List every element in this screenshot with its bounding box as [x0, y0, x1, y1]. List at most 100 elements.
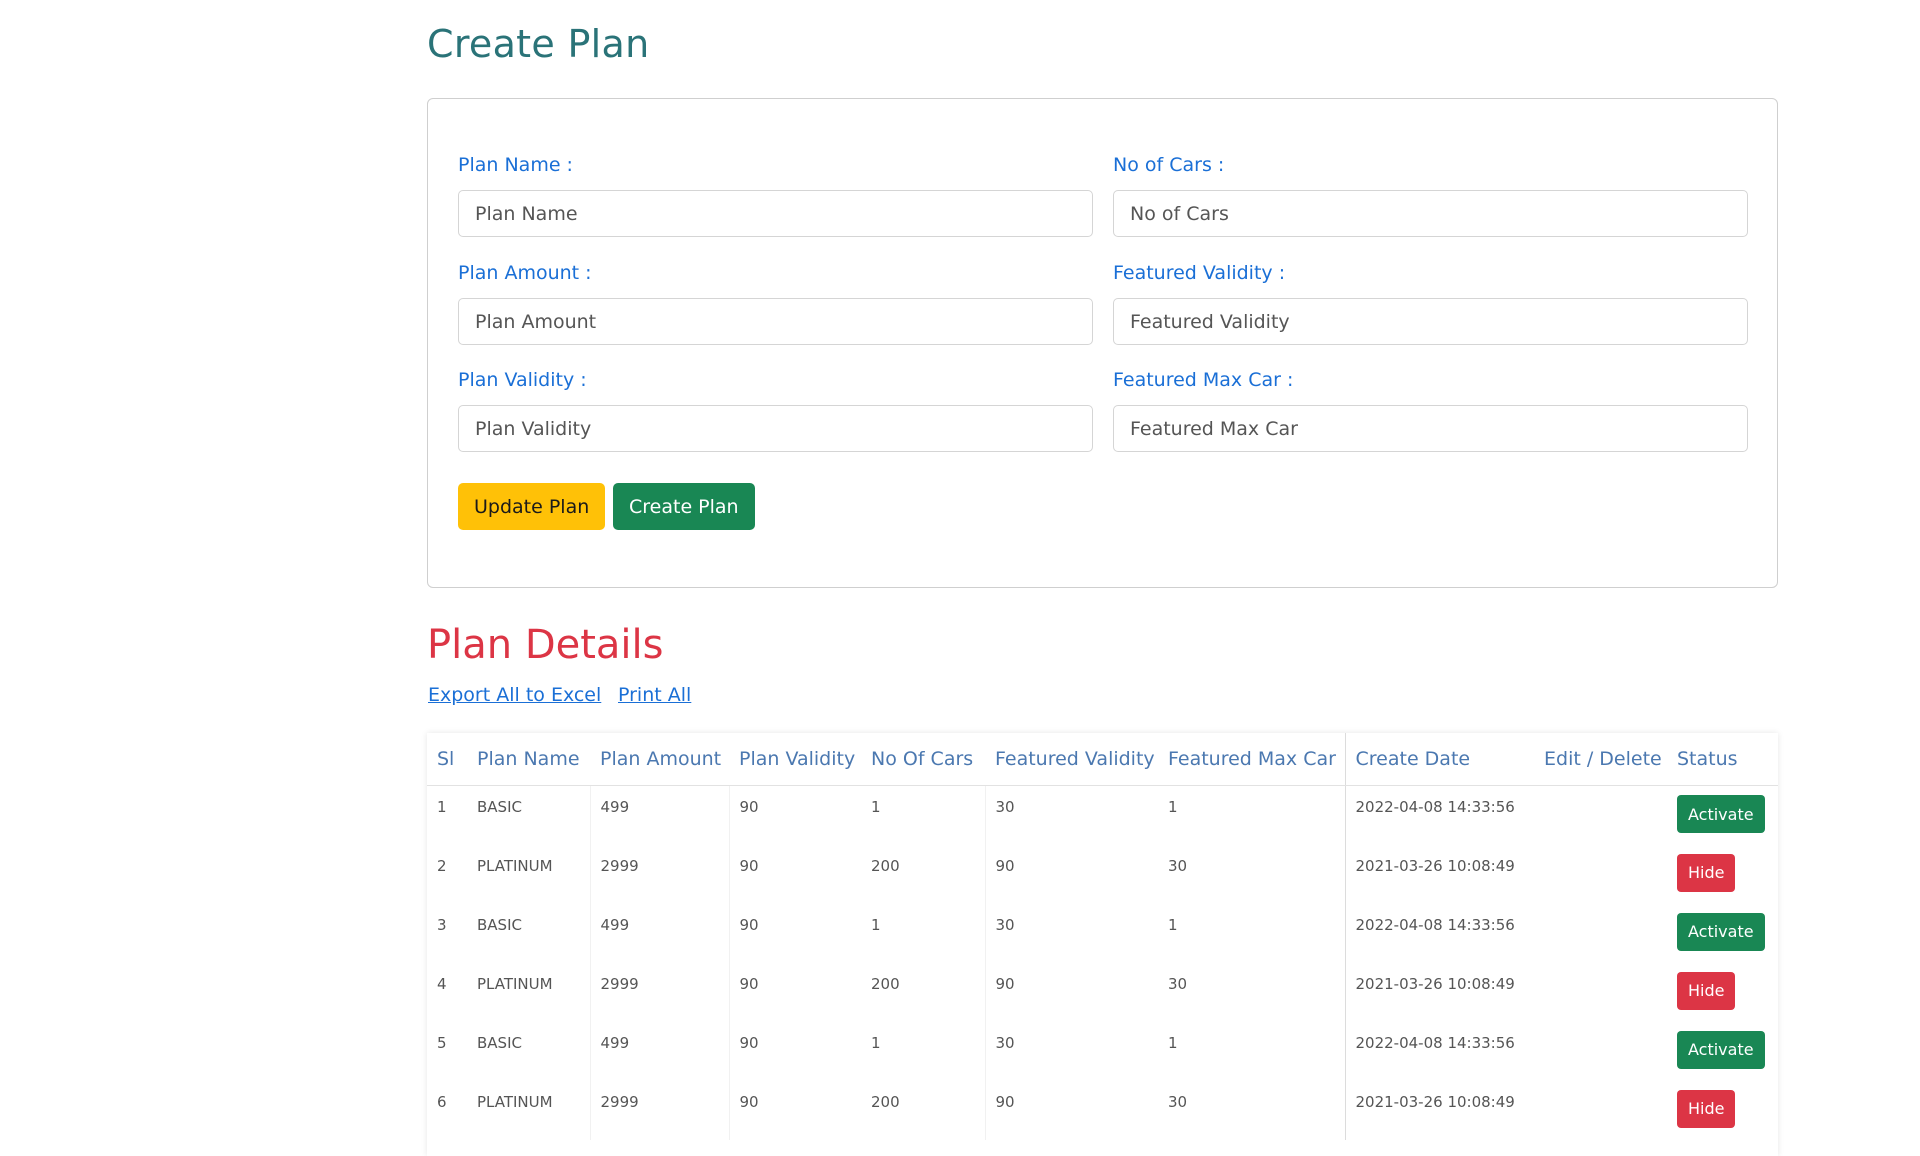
cell-create-date: 2022-04-08 14:33:56: [1355, 1033, 1515, 1052]
cell-plan-amount: 2999: [590, 1080, 730, 1140]
cell-featured-validity: 30: [995, 798, 1015, 816]
cell-edit-delete: [1534, 1022, 1667, 1081]
cell-edit-delete: [1534, 963, 1667, 1022]
cell-no-of-cars: 200: [861, 962, 986, 1022]
plan-amount-input[interactable]: [458, 298, 1093, 345]
hide-button[interactable]: Hide: [1677, 853, 1736, 892]
cell-status: Activate: [1667, 904, 1778, 963]
cell-plan-validity: 90: [739, 1092, 759, 1111]
cell-plan-name: BASIC: [467, 785, 591, 845]
export-excel-link[interactable]: Export All to Excel: [428, 684, 601, 706]
cell-create-date: 2022-04-08 14:33:56: [1355, 915, 1515, 934]
cell-create-date: 2021-03-26 10:08:49: [1355, 1092, 1515, 1111]
cell-featured-max-car: 30: [1158, 844, 1346, 904]
cell-plan-name: BASIC: [467, 1021, 591, 1081]
plan-validity-input[interactable]: [458, 405, 1093, 452]
plan-details-title: Plan Details: [427, 622, 664, 668]
plan-details-table: Sl Plan Name Plan Amount Plan Validity N…: [427, 733, 1778, 1140]
cell-plan-validity: 90: [739, 856, 759, 875]
cell-plan-name: BASIC: [467, 903, 591, 963]
column-header-featured-validity: Featured Validity: [985, 733, 1158, 786]
cell-plan-validity: 90: [739, 915, 759, 934]
create-plan-button[interactable]: Create Plan: [613, 483, 755, 530]
cell-featured-max-car: 30: [1158, 1080, 1346, 1140]
table-header-row: Sl Plan Name Plan Amount Plan Validity N…: [427, 733, 1778, 786]
cell-plan-validity: 90: [739, 798, 759, 816]
cell-sl: 4: [437, 974, 447, 993]
table-row: 2 PLATINUM 2999 90 200 90 30 2021-03-26 …: [427, 844, 1778, 904]
cell-no-of-cars: 200: [861, 1080, 986, 1140]
activate-button[interactable]: Activate: [1677, 912, 1765, 951]
cell-status: Hide: [1667, 963, 1778, 1022]
update-plan-button[interactable]: Update Plan: [458, 483, 606, 530]
table-row: 5 BASIC 499 90 1 30 1 2022-04-08 14:33:5…: [427, 1021, 1778, 1081]
column-header-plan-name: Plan Name: [467, 733, 590, 786]
column-header-status: Status: [1667, 733, 1778, 786]
cell-sl: 2: [437, 856, 447, 875]
cell-plan-validity: 90: [739, 974, 759, 993]
cell-featured-validity: 90: [995, 974, 1015, 993]
print-all-link[interactable]: Print All: [618, 684, 691, 706]
cell-featured-validity: 30: [995, 1033, 1015, 1052]
plan-name-label: Plan Name :: [458, 154, 573, 176]
cell-plan-amount: 499: [590, 903, 730, 963]
cell-sl: 3: [437, 915, 447, 934]
cell-plan-amount: 2999: [590, 844, 730, 904]
hide-button[interactable]: Hide: [1677, 971, 1736, 1010]
table-row: 6 PLATINUM 2999 90 200 90 30 2021-03-26 …: [427, 1080, 1778, 1140]
cell-status: Activate: [1667, 1022, 1778, 1081]
cell-edit-delete: [1534, 904, 1667, 963]
column-header-edit-delete: Edit / Delete: [1534, 733, 1667, 786]
cell-no-of-cars: 1: [861, 785, 986, 845]
cell-featured-max-car: 1: [1158, 1021, 1346, 1081]
table-row: 4 PLATINUM 2999 90 200 90 30 2021-03-26 …: [427, 962, 1778, 1022]
featured-max-car-input[interactable]: [1113, 405, 1748, 452]
cell-edit-delete: [1534, 786, 1667, 845]
cell-plan-validity: 90: [739, 1033, 759, 1052]
table-row: 3 BASIC 499 90 1 30 1 2022-04-08 14:33:5…: [427, 903, 1778, 963]
cell-status: Hide: [1667, 1081, 1778, 1140]
column-header-no-of-cars: No Of Cars: [861, 733, 985, 786]
activate-button[interactable]: Activate: [1677, 795, 1765, 833]
cell-plan-name: PLATINUM: [467, 844, 591, 904]
no-of-cars-label: No of Cars :: [1113, 154, 1225, 176]
cell-plan-amount: 2999: [590, 962, 730, 1022]
table-row: 1 BASIC 499 90 1 30 1 2022-04-08 14:33:5…: [427, 785, 1778, 845]
cell-no-of-cars: 1: [861, 903, 986, 963]
cell-status: Hide: [1667, 845, 1778, 904]
plan-validity-label: Plan Validity :: [458, 369, 587, 391]
cell-sl: 5: [437, 1033, 447, 1052]
no-of-cars-input[interactable]: [1113, 190, 1748, 237]
cell-create-date: 2022-04-08 14:33:56: [1355, 798, 1515, 816]
hide-button[interactable]: Hide: [1677, 1089, 1736, 1128]
plan-amount-label: Plan Amount :: [458, 262, 592, 284]
create-plan-form: Plan Name : Plan Amount : Plan Validity …: [427, 98, 1778, 588]
featured-max-car-label: Featured Max Car :: [1113, 369, 1294, 391]
cell-sl: 6: [437, 1092, 447, 1111]
cell-featured-validity: 90: [995, 1092, 1015, 1111]
column-header-featured-max-car: Featured Max Car: [1158, 733, 1346, 786]
cell-featured-validity: 30: [995, 915, 1015, 934]
cell-edit-delete: [1534, 1081, 1667, 1140]
plan-name-input[interactable]: [458, 190, 1093, 237]
featured-validity-label: Featured Validity :: [1113, 262, 1286, 284]
cell-featured-max-car: 30: [1158, 962, 1346, 1022]
cell-featured-max-car: 1: [1158, 785, 1346, 845]
cell-no-of-cars: 1: [861, 1021, 986, 1081]
plan-details-table-card: Sl Plan Name Plan Amount Plan Validity N…: [427, 733, 1778, 1156]
cell-create-date: 2021-03-26 10:08:49: [1355, 974, 1515, 993]
cell-featured-max-car: 1: [1158, 903, 1346, 963]
cell-edit-delete: [1534, 845, 1667, 904]
column-header-plan-amount: Plan Amount: [590, 733, 729, 786]
column-header-create-date: Create Date: [1345, 733, 1534, 786]
cell-featured-validity: 90: [995, 856, 1015, 875]
cell-status: Activate: [1667, 786, 1778, 845]
featured-validity-input[interactable]: [1113, 298, 1748, 345]
cell-plan-amount: 499: [590, 785, 730, 845]
column-header-sl: Sl: [427, 733, 467, 786]
create-plan-title: Create Plan: [427, 22, 650, 66]
cell-plan-amount: 499: [590, 1021, 730, 1081]
activate-button[interactable]: Activate: [1677, 1030, 1765, 1069]
cell-plan-name: PLATINUM: [467, 962, 591, 1022]
cell-create-date: 2021-03-26 10:08:49: [1355, 856, 1515, 875]
